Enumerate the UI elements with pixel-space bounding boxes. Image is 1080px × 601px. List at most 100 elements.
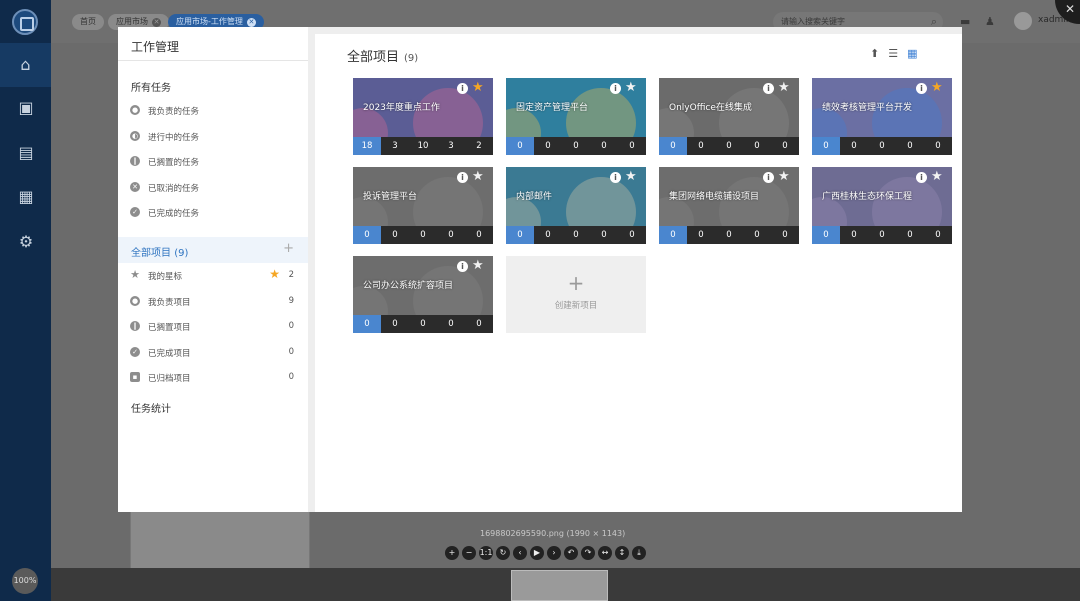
sidebar-project-item[interactable]: ▪ 已归档项目 0 [118,365,308,390]
project-stats: 00000 [506,137,646,155]
star-icon[interactable]: ★ [778,80,790,95]
thumbnail-active[interactable] [511,570,608,601]
sidebar-task-item[interactable]: ◐ 进行中的任务 [118,124,308,149]
project-card[interactable]: 投诉管理平台 i ★ 0 0 0 0 0 [353,167,493,244]
project-stat: 0 [659,137,687,155]
project-stat: 0 [868,137,896,155]
viewer-tool-button[interactable]: ↻ [496,546,510,560]
page-title: 全部项目 (9) [347,46,418,65]
list-view-icon[interactable]: ☰ [888,47,898,60]
tab-0[interactable]: 首页 [72,14,104,30]
viewer-tool-button[interactable]: ▶ [530,546,544,560]
all-projects-label: 全部项目 [131,248,171,259]
project-card[interactable]: 公司办公系统扩容项目 i ★ 0 0 0 0 0 [353,256,493,333]
info-icon[interactable]: i [610,172,621,183]
tab-close-icon[interactable]: ✕ [152,18,161,27]
project-card[interactable]: 内部邮件 i ★ 0 0 0 0 0 [506,167,646,244]
project-card[interactable]: OnlyOffice在线集成 i ★ 0 0 0 0 0 [659,78,799,155]
viewer-tool-button[interactable]: + [445,546,459,560]
viewer-tool-button[interactable]: ↔ [598,546,612,560]
project-card[interactable]: 绩效考核管理平台开发 i ★ 0 0 0 0 0 [812,78,952,155]
sidebar-task-label: 我负责的任务 [148,107,200,117]
nav-home-icon[interactable]: ⌂ [0,43,51,87]
create-project-card[interactable]: + 创建新项目 [506,256,646,333]
tab-close-icon[interactable]: ✕ [246,18,256,27]
add-project-icon[interactable]: + [283,241,294,256]
info-icon[interactable]: i [457,83,468,94]
star-icon[interactable]: ★ [931,80,943,95]
project-stat: 0 [812,226,840,244]
nav-document-icon[interactable]: ▤ [16,144,36,162]
pause-icon: ‖ [130,156,140,166]
project-stat: 0 [590,226,618,244]
user-icon: ● [130,295,140,306]
info-icon[interactable]: i [916,83,927,94]
tab-label: 应用市场 [116,17,148,26]
viewer-tool-button[interactable]: ↶ [564,546,578,560]
sidebar-project-label: 我负责项目 [148,297,191,308]
viewer-tool-button[interactable]: ⤓ [632,546,646,560]
viewer-tool-button[interactable]: ↷ [581,546,595,560]
viewer-toolbar: + −1:1 ↻ ‹ ▶ › ↶ ↷ ↔ ↕ ⤓ [445,546,646,562]
star-icon[interactable]: ★ [472,258,484,273]
star-icon[interactable]: ★ [472,169,484,184]
star-icon[interactable]: ★ [472,80,484,95]
info-icon[interactable]: i [457,261,468,272]
pause-icon: ‖ [130,321,140,331]
project-name: 2023年度重点工作 [363,103,440,113]
sidebar-task-label: 已搁置的任务 [148,158,200,168]
project-stat: 0 [465,226,493,244]
zoom-level-badge[interactable]: 100% [12,568,38,594]
project-card[interactable]: 2023年度重点工作 i ★ 18 3 10 3 2 [353,78,493,155]
star-icon[interactable]: ★ [625,80,637,95]
info-icon[interactable]: i [610,83,621,94]
sidebar-task-item[interactable]: ✕ 已取消的任务 [118,175,308,200]
nav-monitor-icon[interactable]: ▣ [16,99,36,117]
nav-user-settings-icon[interactable]: ⚙ [16,233,36,251]
left-navigation: ⌂ ▣ ▤ ▦ ⚙ 100% [0,0,51,601]
sidebar-project-item[interactable]: ● 我负责项目 9 [118,289,308,314]
viewer-tool-button[interactable]: ‹ [513,546,527,560]
project-stats: 00000 [812,137,952,155]
sidebar-task-item[interactable]: ✓ 已完成的任务 [118,200,308,225]
all-projects-heading[interactable]: 全部项目 (9) + [118,237,308,263]
project-stat: 0 [534,137,562,155]
project-stat: 2 [465,137,493,155]
upload-icon[interactable]: ⬆ [870,47,879,60]
sidebar-project-item[interactable]: ★ 我的星标 2 ★ [118,263,308,288]
sidebar-project-item[interactable]: ✓ 已完成项目 0 [118,340,308,365]
viewer-tool-button[interactable]: › [547,546,561,560]
project-stats: 00000 [659,137,799,155]
avatar[interactable] [1014,12,1032,30]
project-stat: 0 [381,315,409,333]
shirt-icon[interactable]: ♟ [985,15,995,28]
project-card[interactable]: 固定资产管理平台 i ★ 0 0 0 0 0 [506,78,646,155]
project-name: 广西桂林生态环保工程 [822,192,913,202]
project-stat: 0 [924,226,952,244]
project-stats: 00000 [506,226,646,244]
sidebar-task-item[interactable]: ‖ 已搁置的任务 [118,149,308,174]
info-icon[interactable]: i [916,172,927,183]
project-card[interactable]: 广西桂林生态环保工程 i ★ 0 0 0 0 0 [812,167,952,244]
project-card[interactable]: 集团网络电缆铺设项目 i ★ 0 0 0 0 0 [659,167,799,244]
viewer-tool-button[interactable]: ↕ [615,546,629,560]
project-stat: 0 [743,137,771,155]
all-tasks-heading[interactable]: 所有任务 [131,79,171,94]
info-icon[interactable]: i [457,172,468,183]
nav-calendar-icon[interactable]: ▦ [16,188,36,206]
info-icon[interactable]: i [763,172,774,183]
star-icon[interactable]: ★ [778,169,790,184]
viewer-tool-button[interactable]: − [462,546,476,560]
info-icon[interactable]: i [763,83,774,94]
task-stats-heading[interactable]: 任务统计 [131,400,171,415]
page-title-count: (9) [404,53,419,64]
star-icon[interactable]: ★ [931,169,943,184]
viewer-tool-button[interactable]: 1:1 [479,546,493,560]
grid-view-icon[interactable]: ▦ [907,47,917,60]
user-icon: ● [130,105,140,115]
sidebar-task-item[interactable]: ● 我负责的任务 [118,98,308,123]
star-icon[interactable]: ★ [625,169,637,184]
project-stat: 0 [771,137,799,155]
sidebar-project-item[interactable]: ‖ 已搁置项目 0 [118,314,308,339]
app-logo[interactable] [12,9,38,35]
